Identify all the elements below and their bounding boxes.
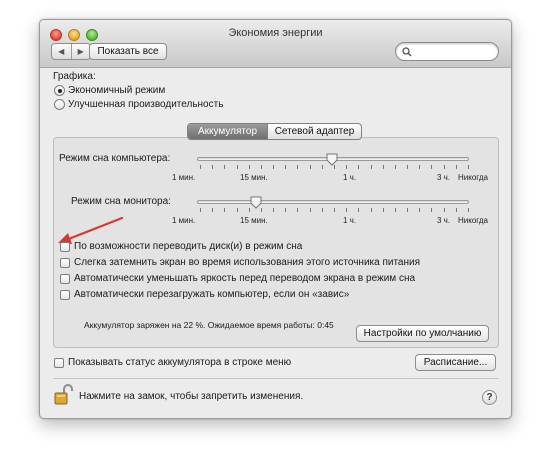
- checkbox-dim-display[interactable]: [60, 258, 70, 268]
- tick-label-1h: 1 ч.: [343, 173, 357, 182]
- power-source-tabs: Аккумулятор Сетевой адаптер: [187, 123, 362, 140]
- slider-tick: [212, 165, 214, 169]
- restore-defaults-button[interactable]: Настройки по умолчанию: [356, 325, 489, 342]
- slider-tick: [455, 165, 457, 169]
- tick-label-3h: 3 ч.: [437, 173, 451, 182]
- slider-tick: [346, 208, 348, 212]
- slider-tick: [236, 165, 238, 169]
- tick-label-1min-2: 1 мин.: [172, 216, 196, 225]
- help-button[interactable]: ?: [482, 390, 497, 405]
- slider-tick: [236, 208, 238, 212]
- slider-tick: [394, 208, 396, 212]
- slider-tick: [273, 165, 275, 169]
- radio-high-performance[interactable]: [54, 99, 65, 110]
- search-icon: [402, 47, 412, 57]
- slider-tick: [358, 208, 360, 212]
- slider-tick: [419, 165, 421, 169]
- energy-saver-window: Экономия энергии ◀ ▶ Показать все График…: [39, 19, 512, 419]
- disk-sleep-label: По возможности переводить диск(и) в режи…: [74, 241, 303, 252]
- radio-economy-mode[interactable]: [54, 85, 65, 96]
- bottom-divider: [53, 378, 499, 379]
- titlebar: Экономия энергии ◀ ▶ Показать все: [40, 20, 511, 68]
- slider-tick: [358, 165, 360, 169]
- display-sleep-slider[interactable]: [197, 200, 469, 204]
- economy-mode-label: Экономичный режим: [68, 85, 166, 96]
- slider-tick: [370, 165, 372, 169]
- checkbox-reduce-brightness[interactable]: [60, 274, 70, 284]
- slider-tick: [297, 208, 299, 212]
- slider-tick: [200, 208, 201, 212]
- slider-tick: [224, 208, 226, 212]
- show-all-button[interactable]: Показать все: [89, 43, 167, 60]
- checkbox-disk-sleep[interactable]: [60, 242, 70, 252]
- battery-status-text: Аккумулятор заряжен на 22 %. Ожидаемое в…: [84, 320, 334, 330]
- checkbox-auto-restart[interactable]: [60, 290, 70, 300]
- slider-tick: [382, 208, 384, 212]
- lock-icon[interactable]: [54, 384, 74, 406]
- slider-tick: [443, 208, 445, 212]
- forward-arrow-icon[interactable]: ▶: [70, 44, 91, 59]
- slider-tick: [260, 165, 262, 169]
- tick-label-15min: 15 мин.: [240, 173, 268, 182]
- tab-battery[interactable]: Аккумулятор: [188, 124, 267, 139]
- slider-tick: [382, 165, 384, 169]
- computer-sleep-slider-thumb[interactable]: [326, 153, 338, 166]
- slider-tick: [334, 165, 335, 169]
- tick-label-3h-2: 3 ч.: [437, 216, 451, 225]
- dim-display-label: Слегка затемнить экран во время использо…: [74, 257, 421, 268]
- slider-tick: [309, 208, 311, 212]
- graphics-label: Графика:: [53, 71, 96, 82]
- tab-power-adapter[interactable]: Сетевой адаптер: [267, 124, 361, 139]
- slider-tick: [285, 208, 287, 212]
- slider-tick: [273, 208, 275, 212]
- search-input[interactable]: [395, 42, 499, 61]
- slider-tick: [419, 208, 421, 212]
- slider-tick: [321, 165, 323, 169]
- slider-tick: [468, 165, 469, 169]
- display-sleep-label: Режим сна монитора:: [71, 196, 171, 207]
- back-forward-control: ◀ ▶: [51, 43, 91, 60]
- slider-tick: [224, 165, 226, 169]
- slider-tick: [468, 208, 469, 212]
- tick-label-1h-2: 1 ч.: [343, 216, 357, 225]
- computer-sleep-label: Режим сна компьютера:: [59, 153, 171, 164]
- slider-tick: [455, 208, 457, 212]
- show-battery-status-label: Показывать статус аккумулятора в строке …: [68, 357, 292, 368]
- tick-label-never-2: Никогда: [458, 216, 488, 225]
- window-title: Экономия энергии: [228, 27, 323, 39]
- auto-restart-label: Автоматически перезагружать компьютер, е…: [74, 289, 350, 300]
- slider-tick: [260, 208, 262, 212]
- tick-label-1min: 1 мин.: [172, 173, 196, 182]
- slider-tick: [431, 208, 433, 212]
- slider-tick: [285, 165, 287, 169]
- slider-tick: [407, 165, 409, 169]
- slider-tick: [370, 208, 372, 212]
- high-performance-label: Улучшенная производительность: [68, 99, 224, 110]
- back-arrow-icon[interactable]: ◀: [52, 44, 71, 59]
- slider-tick: [309, 165, 311, 169]
- slider-tick: [248, 208, 250, 212]
- checkbox-show-battery-status[interactable]: [54, 358, 64, 368]
- slider-tick: [443, 165, 445, 169]
- slider-tick: [431, 165, 433, 169]
- slider-tick: [346, 165, 348, 169]
- slider-tick: [212, 208, 214, 212]
- tick-label-15min-2: 15 мин.: [240, 216, 268, 225]
- lock-text: Нажмите на замок, чтобы запретить измене…: [79, 391, 304, 402]
- slider-tick: [200, 165, 201, 169]
- slider-tick: [297, 165, 299, 169]
- slider-tick: [407, 208, 409, 212]
- slider-tick: [394, 165, 396, 169]
- slider-tick: [321, 208, 323, 212]
- slider-tick: [334, 208, 335, 212]
- tick-label-never: Никогда: [458, 173, 488, 182]
- reduce-brightness-label: Автоматически уменьшать яркость перед пе…: [74, 273, 416, 284]
- slider-tick: [248, 165, 250, 169]
- schedule-button[interactable]: Расписание...: [415, 354, 496, 371]
